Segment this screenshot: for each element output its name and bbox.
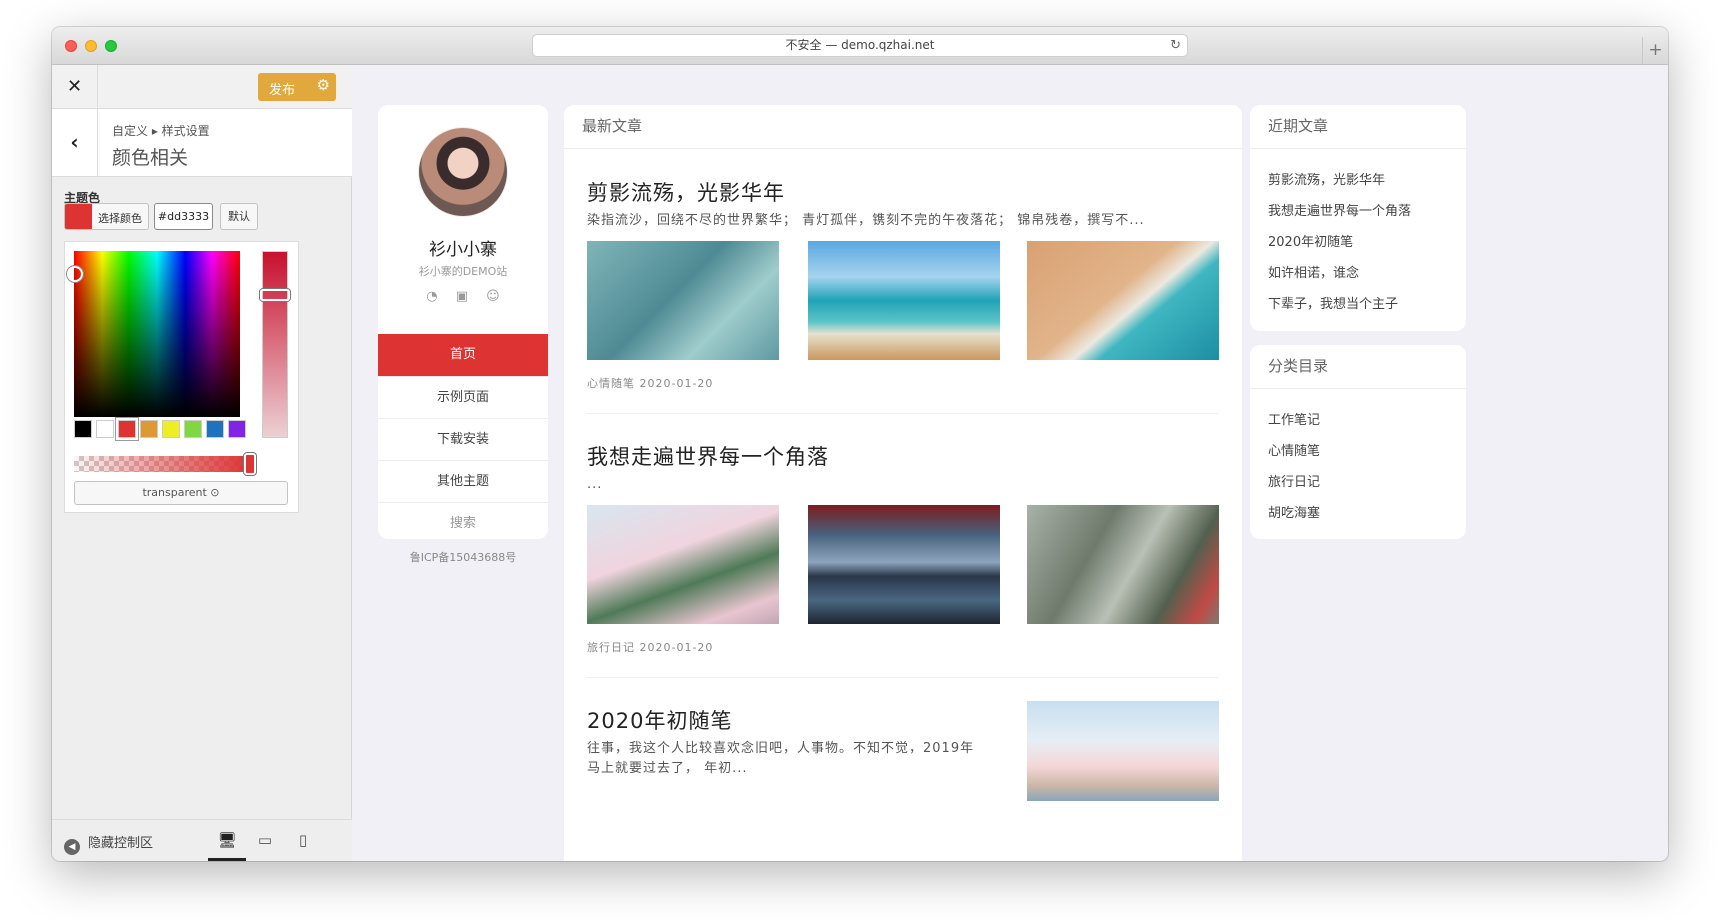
post-thumbnail[interactable] bbox=[1027, 241, 1219, 360]
category-heading: 分类目录 bbox=[1250, 345, 1466, 389]
post-thumbnail[interactable] bbox=[1027, 701, 1219, 801]
select-color-label: 选择颜色 bbox=[98, 212, 142, 225]
weibo-icon[interactable]: ◔ bbox=[426, 289, 437, 304]
post-meta: 旅行日记 2020-01-20 bbox=[587, 641, 714, 654]
category-link[interactable]: 旅行日记 bbox=[1268, 471, 1320, 490]
spectrum-cursor[interactable] bbox=[67, 266, 83, 282]
recent-heading: 近期文章 bbox=[1250, 105, 1466, 149]
post-title[interactable]: 2020年初随笔 bbox=[587, 705, 732, 735]
close-customizer-icon[interactable]: ✕ bbox=[52, 65, 98, 109]
current-color-swatch bbox=[65, 204, 92, 229]
recent-post-link[interactable]: 下辈子，我想当个主子 bbox=[1268, 293, 1398, 312]
post-divider bbox=[587, 413, 1219, 414]
color-spectrum[interactable] bbox=[67, 251, 240, 417]
category-link[interactable]: 工作笔记 bbox=[1268, 409, 1320, 428]
post-thumbnail[interactable] bbox=[1027, 505, 1219, 624]
close-window-button[interactable] bbox=[65, 40, 77, 52]
recent-post-link[interactable]: 我想走遍世界每一个角落 bbox=[1268, 200, 1411, 219]
section-title: 颜色相关 bbox=[112, 147, 189, 169]
select-color-button[interactable]: 选择颜色 bbox=[64, 203, 149, 230]
desktop-preview-icon[interactable]: 🖥 bbox=[208, 820, 246, 861]
hide-controls-button[interactable]: ◀ 隐藏控制区 bbox=[64, 832, 153, 855]
minimize-window-button[interactable] bbox=[85, 40, 97, 52]
smile-icon[interactable]: ☺ bbox=[486, 289, 500, 304]
palette-swatch-black[interactable] bbox=[74, 420, 92, 438]
post-thumbnail[interactable] bbox=[808, 241, 1000, 360]
publish-button[interactable]: 发布 ⚙ bbox=[258, 73, 336, 101]
customizer-panel: ✕ 发布 ⚙ ‹ 自定义 ▸ 样式设置 颜色相关 主题色 选择颜色 #dd333… bbox=[52, 65, 352, 861]
category-link[interactable]: 胡吃海塞 bbox=[1268, 502, 1320, 521]
color-picker: transparent ⊙ bbox=[64, 241, 299, 513]
post-meta: 心情随笔 2020-01-20 bbox=[587, 377, 714, 390]
palette-swatch-orange[interactable] bbox=[140, 420, 158, 438]
recent-post-link[interactable]: 剪影流殇，光影华年 bbox=[1268, 169, 1385, 188]
address-bar[interactable]: 不安全 — demo.qzhai.net ↻ bbox=[532, 34, 1188, 57]
bilibili-icon[interactable]: ▣ bbox=[456, 289, 468, 304]
post-excerpt: 马上就要过去了， 年初... bbox=[587, 761, 748, 776]
new-tab-button[interactable]: + bbox=[1642, 37, 1668, 65]
post-thumbnail[interactable] bbox=[587, 505, 779, 624]
recent-post-link[interactable]: 如许相诺，谁念 bbox=[1268, 262, 1359, 281]
publish-label: 发布 bbox=[269, 83, 296, 98]
post-excerpt: ... bbox=[587, 477, 603, 492]
address-text: 不安全 — demo.qzhai.net bbox=[785, 38, 935, 52]
alpha-slider-handle[interactable] bbox=[244, 453, 256, 475]
title-bar: 不安全 — demo.qzhai.net ↻ + bbox=[52, 27, 1668, 65]
default-color-button[interactable]: 默认 bbox=[220, 203, 258, 230]
nav-item-download[interactable]: 下载安装 bbox=[378, 418, 548, 460]
categories-widget: 分类目录 工作笔记 心情随笔 旅行日记 胡吃海塞 bbox=[1250, 345, 1466, 539]
breadcrumb: 自定义 ▸ 样式设置 bbox=[112, 124, 210, 138]
site-name[interactable]: 衫小小寨 bbox=[378, 235, 548, 260]
post-thumbnail[interactable] bbox=[587, 241, 779, 360]
post-title[interactable]: 剪影流殇，光影华年 bbox=[587, 177, 785, 207]
mobile-preview-icon[interactable]: ▯ bbox=[284, 820, 322, 861]
nav-item-sample-page[interactable]: 示例页面 bbox=[378, 376, 548, 418]
shade-slider-handle[interactable] bbox=[260, 289, 290, 301]
recent-post-link[interactable]: 2020年初随笔 bbox=[1268, 231, 1353, 250]
back-chevron-icon[interactable]: ‹ bbox=[52, 109, 98, 177]
hide-controls-label: 隐藏控制区 bbox=[88, 836, 154, 851]
nav-item-other-themes[interactable]: 其他主题 bbox=[378, 460, 548, 502]
post-divider bbox=[587, 677, 1219, 678]
nav-item-home[interactable]: 首页 bbox=[378, 334, 548, 376]
post-excerpt: 染指流沙，回绕不尽的世界繁华； 青灯孤伴，镌刻不完的午夜落花； 锦帛残卷，撰写不… bbox=[587, 213, 1145, 228]
nav-item-search[interactable]: 搜索 bbox=[378, 502, 548, 539]
shade-slider[interactable] bbox=[260, 251, 290, 438]
avatar bbox=[418, 127, 508, 217]
profile-card: 衫小小寨 衫小寨的DEMO站 ◔ ▣ ☺ 首页 示例页面 下载安装 其他主题 搜… bbox=[378, 105, 548, 539]
post-title[interactable]: 我想走遍世界每一个角落 bbox=[587, 441, 829, 471]
main-heading: 最新文章 bbox=[564, 105, 1242, 149]
palette-swatch-yellow[interactable] bbox=[162, 420, 180, 438]
post-excerpt: 往事，我这个人比较喜欢念旧吧，人事物。不知不觉，2019年 bbox=[587, 741, 975, 756]
reload-icon[interactable]: ↻ bbox=[1170, 35, 1181, 56]
collapse-arrow-icon: ◀ bbox=[64, 839, 80, 855]
tablet-preview-icon[interactable]: ▭ bbox=[246, 820, 284, 861]
palette-swatch-red[interactable] bbox=[118, 420, 136, 438]
palette-swatch-green[interactable] bbox=[184, 420, 202, 438]
zoom-window-button[interactable] bbox=[105, 40, 117, 52]
transparent-button[interactable]: transparent ⊙ bbox=[74, 481, 288, 505]
customizer-footer: ◀ 隐藏控制区 🖥 ▭ ▯ bbox=[52, 819, 352, 861]
social-links: ◔ ▣ ☺ bbox=[378, 289, 548, 304]
alpha-slider[interactable] bbox=[74, 453, 256, 475]
palette-swatch-purple[interactable] bbox=[228, 420, 246, 438]
icp-license[interactable]: 鲁ICP备15043688号 bbox=[378, 549, 548, 565]
recent-posts-widget: 近期文章 剪影流殇，光影华年 我想走遍世界每一个角落 2020年初随笔 如许相诺… bbox=[1250, 105, 1466, 331]
post-thumbnail[interactable] bbox=[808, 505, 1000, 624]
hex-color-input[interactable]: #dd3333 bbox=[154, 203, 213, 230]
site-subtitle: 衫小寨的DEMO站 bbox=[418, 265, 508, 278]
palette-swatch-blue[interactable] bbox=[206, 420, 224, 438]
palette-swatch-white[interactable] bbox=[96, 420, 114, 438]
latest-posts: 最新文章 剪影流殇，光影华年 染指流沙，回绕不尽的世界繁华； 青灯孤伴，镌刻不完… bbox=[564, 105, 1242, 861]
browser-window: 不安全 — demo.qzhai.net ↻ + ✕ 发布 ⚙ ‹ 自定义 ▸ … bbox=[52, 27, 1668, 861]
customizer-header: ✕ 发布 ⚙ bbox=[52, 65, 352, 109]
section-header: ‹ 自定义 ▸ 样式设置 颜色相关 bbox=[52, 109, 352, 177]
category-link[interactable]: 心情随笔 bbox=[1268, 440, 1320, 459]
publish-settings-gear-icon[interactable]: ⚙ bbox=[317, 76, 330, 94]
